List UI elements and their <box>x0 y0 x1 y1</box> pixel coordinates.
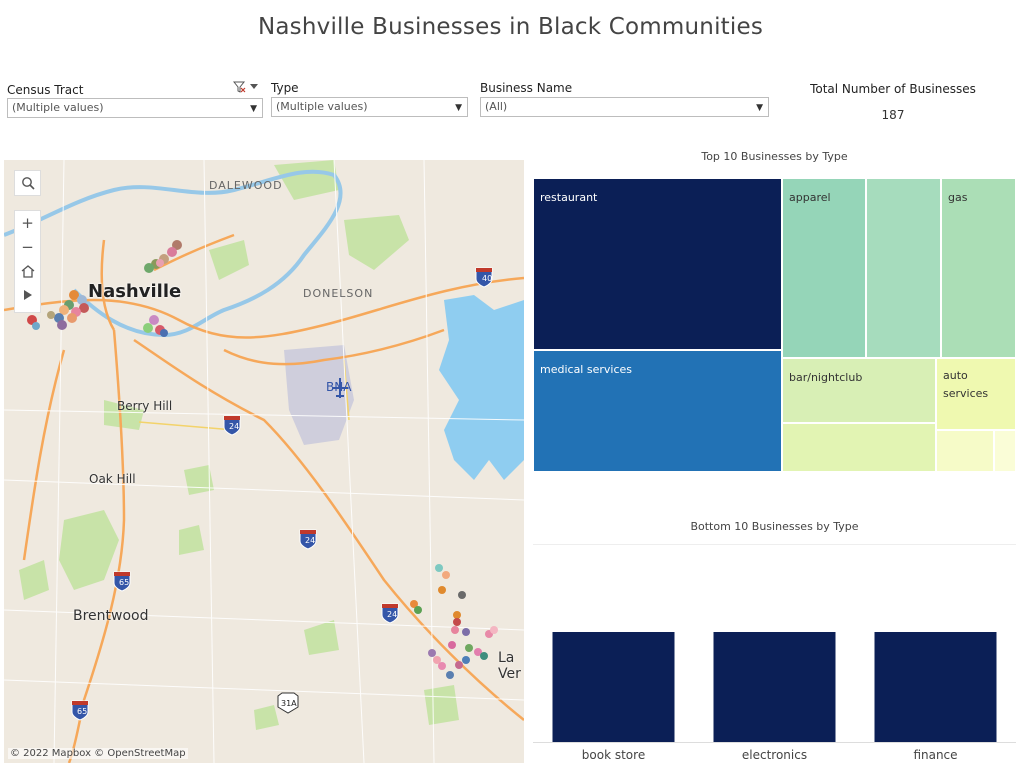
business-map[interactable]: 40 24 24 24 65 65 31A DALEWOOD Nashville… <box>4 160 524 763</box>
dashboard-title: Nashville Businesses in Black Communitie… <box>257 14 763 40</box>
tile-label: apparel <box>789 191 831 204</box>
business-name-label: Business Name <box>480 81 573 95</box>
x-tick-label: finance <box>913 748 957 762</box>
label-nashville: Nashville <box>88 281 182 302</box>
tile-label: gas <box>948 191 968 204</box>
label-la-vergne: La Ver <box>498 650 521 682</box>
type-dropdown[interactable]: (Multiple values) ▼ <box>271 97 468 117</box>
local-roads <box>4 160 524 763</box>
x-tick-label: book store <box>582 748 645 762</box>
business-name-value: (All) <box>485 100 508 113</box>
census-tract-label: Census Tract <box>7 83 84 97</box>
bottom-businesses-bar-chart[interactable]: book store electronics finance <box>533 544 1016 766</box>
type-label: Type <box>271 81 299 95</box>
map-attribution[interactable]: © 2022 Mapbox © OpenStreetMap <box>8 748 188 759</box>
chevron-down-icon: ▼ <box>756 103 763 113</box>
map-canvas <box>4 160 524 763</box>
label-brentwood: Brentwood <box>73 608 149 624</box>
treemap-tile-unlabeled-3[interactable] <box>936 430 994 472</box>
bar-chart-title: Bottom 10 Businesses by Type <box>690 520 859 533</box>
shield-i65b: 65 <box>77 707 88 716</box>
tile-label: auto services <box>943 369 989 400</box>
treemap-tile-auto-services[interactable]: auto services <box>936 358 1016 430</box>
tile-label: bar/nightclub <box>789 371 863 384</box>
census-tract-value: (Multiple values) <box>12 101 104 114</box>
shield-us31a: 31A <box>281 699 297 708</box>
treemap-tile-unlabeled-1[interactable] <box>866 178 941 358</box>
shield-i65a: 65 <box>119 578 130 587</box>
map-search-button[interactable] <box>14 170 41 196</box>
label-donelson: DONELSON <box>303 287 374 300</box>
shield-i24b: 24 <box>305 536 316 545</box>
bar-electronics[interactable] <box>713 632 836 742</box>
treemap[interactable]: restaurant medical services apparel gas … <box>533 178 1016 472</box>
x-tick-label: electronics <box>742 748 807 762</box>
treemap-tile-bar-nightclub[interactable]: bar/nightclub <box>782 358 936 423</box>
tile-label: medical services <box>540 363 632 376</box>
treemap-tile-unlabeled-4[interactable] <box>994 430 1016 472</box>
label-oak-hill: Oak Hill <box>89 472 136 486</box>
chevron-down-icon: ▼ <box>455 103 462 113</box>
zoom-in-icon[interactable]: + <box>15 211 40 235</box>
total-businesses-value: 187 <box>881 108 905 122</box>
treemap-tile-apparel[interactable]: apparel <box>782 178 866 358</box>
treemap-tile-gas[interactable]: gas <box>941 178 1016 358</box>
zoom-out-icon[interactable]: − <box>15 235 40 259</box>
label-dalewood: DALEWOOD <box>209 179 283 192</box>
shield-i24a: 24 <box>229 422 240 431</box>
label-bna: BNA <box>326 380 352 394</box>
tile-label: restaurant <box>540 191 598 204</box>
type-value: (Multiple values) <box>276 100 368 113</box>
percy-priest-lake <box>439 295 524 480</box>
map-toolbar: + − <box>14 210 41 313</box>
bar-chart-svg: book store electronics finance <box>533 544 1016 762</box>
business-name-dropdown[interactable]: (All) ▼ <box>480 97 769 117</box>
shield-i40: 40 <box>482 274 493 283</box>
chevron-down-icon: ▼ <box>250 104 257 114</box>
total-businesses-label: Total Number of Businesses <box>810 82 976 96</box>
bar-book-store[interactable] <box>552 632 675 742</box>
home-icon[interactable] <box>15 259 40 283</box>
shield-i24c: 24 <box>387 610 398 619</box>
treemap-tile-unlabeled-2[interactable] <box>782 423 936 472</box>
bar-finance[interactable] <box>874 632 997 742</box>
census-tract-dropdown[interactable]: (Multiple values) ▼ <box>7 98 263 118</box>
treemap-tile-medical-services[interactable]: medical services <box>533 350 782 472</box>
clear-filter-icon[interactable] <box>232 80 259 97</box>
treemap-tile-restaurant[interactable]: restaurant <box>533 178 782 350</box>
search-icon <box>21 177 35 190</box>
treemap-title: Top 10 Businesses by Type <box>701 150 848 163</box>
play-icon[interactable] <box>15 283 40 307</box>
parks <box>19 160 459 730</box>
label-berry-hill: Berry Hill <box>117 399 173 413</box>
